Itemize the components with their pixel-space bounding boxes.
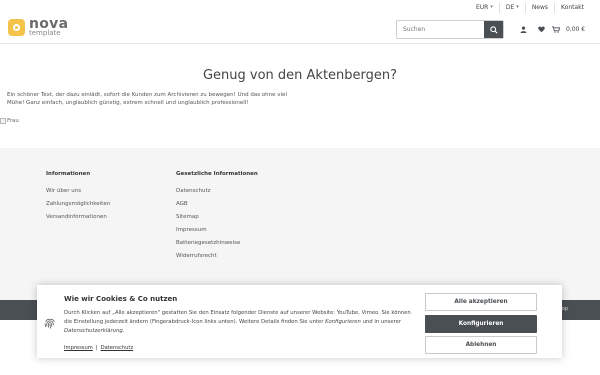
footer-link-imprint[interactable]: Impressum [176, 224, 258, 237]
footer-column-title: Informationen [46, 171, 91, 177]
footer-link-sitemap[interactable]: Sitemap [176, 211, 258, 224]
footer-link-withdrawal[interactable]: Widerrufsrecht [176, 250, 258, 263]
currency-label: EUR [476, 4, 489, 11]
footer-link-shipping[interactable]: Versandinformationen [46, 211, 110, 224]
search-icon [489, 25, 498, 34]
logo[interactable]: nova template [8, 17, 68, 37]
header-actions: 0,00 € [514, 23, 585, 35]
cookie-link-separator: | [95, 345, 98, 351]
intro-text: Ein schöner Text, der dazu einlädt, sofo… [7, 92, 287, 106]
cookie-text-configure: Konfigurieren [325, 319, 361, 325]
search-form [396, 20, 504, 39]
footer-column-legal: Gesetzliche Informationen Datenschutz AG… [176, 171, 258, 263]
user-icon [520, 25, 526, 33]
language-select[interactable]: DE ▾ [500, 2, 525, 13]
top-bar-items: EUR ▾ DE ▾ News Kontakt [470, 2, 590, 13]
cookie-links: Impressum | Datenschutz [64, 345, 133, 351]
footer-column-title: Gesetzliche Informationen [176, 171, 258, 177]
search-input[interactable] [397, 21, 484, 38]
footer-link-privacy[interactable]: Datenschutz [176, 185, 258, 198]
cookie-text-part: . [122, 328, 125, 334]
reject-button[interactable]: Ablehnen [425, 336, 537, 354]
cookie-link-imprint[interactable]: Impressum [64, 345, 93, 351]
footer-column-info: Informationen Wir über uns Zahlungsmögli… [46, 171, 110, 224]
fingerprint-icon[interactable] [43, 316, 57, 330]
search-button[interactable] [484, 21, 503, 38]
chevron-down-icon: ▾ [490, 4, 493, 10]
cookie-link-privacy[interactable]: Datenschutz [101, 345, 134, 351]
footer-link-terms[interactable]: AGB [176, 198, 258, 211]
cookie-title: Wie wir Cookies & Co nutzen [64, 295, 178, 303]
news-link[interactable]: News [526, 2, 554, 13]
image-alt-text: Frau [7, 118, 19, 124]
logo-text: nova template [29, 17, 68, 37]
currency-select[interactable]: EUR ▾ [470, 2, 499, 13]
cookie-text-privacy: Datenschutzerklärung [64, 328, 123, 334]
broken-image: Frau [0, 118, 19, 124]
account-button[interactable] [514, 23, 532, 35]
configure-button[interactable]: Konfigurieren [425, 315, 537, 333]
wishlist-button[interactable] [532, 23, 550, 35]
broken-image-icon [0, 118, 6, 124]
cookie-consent-banner: Wie wir Cookies & Co nutzen Durch Klicke… [37, 285, 562, 358]
footer: Informationen Wir über uns Zahlungsmögli… [0, 148, 600, 300]
logo-sun-icon [8, 18, 25, 36]
footer-link-payment[interactable]: Zahlungsmöglichkeiten [46, 198, 110, 211]
chevron-down-icon: ▾ [516, 4, 519, 10]
cart-total: 0,00 € [566, 25, 586, 33]
cart-button[interactable]: 0,00 € [552, 26, 585, 33]
cart-icon [552, 25, 560, 33]
accept-all-button[interactable]: Alle akzeptieren [425, 293, 537, 311]
contact-link[interactable]: Kontakt [555, 2, 590, 13]
heart-icon [537, 26, 545, 32]
cookie-text-part: und in unserer [360, 319, 402, 325]
footer-link-battery[interactable]: Batteriegesetzhinweise [176, 237, 258, 250]
cookie-text: Durch Klicken auf „Alle akzeptieren" ges… [64, 309, 414, 336]
page-headline: Genug von den Aktenbergen? [202, 68, 398, 83]
footer-link-about[interactable]: Wir über uns [46, 185, 110, 198]
language-label: DE [505, 4, 515, 11]
header: nova template Suchen 0,00 € [0, 14, 600, 44]
